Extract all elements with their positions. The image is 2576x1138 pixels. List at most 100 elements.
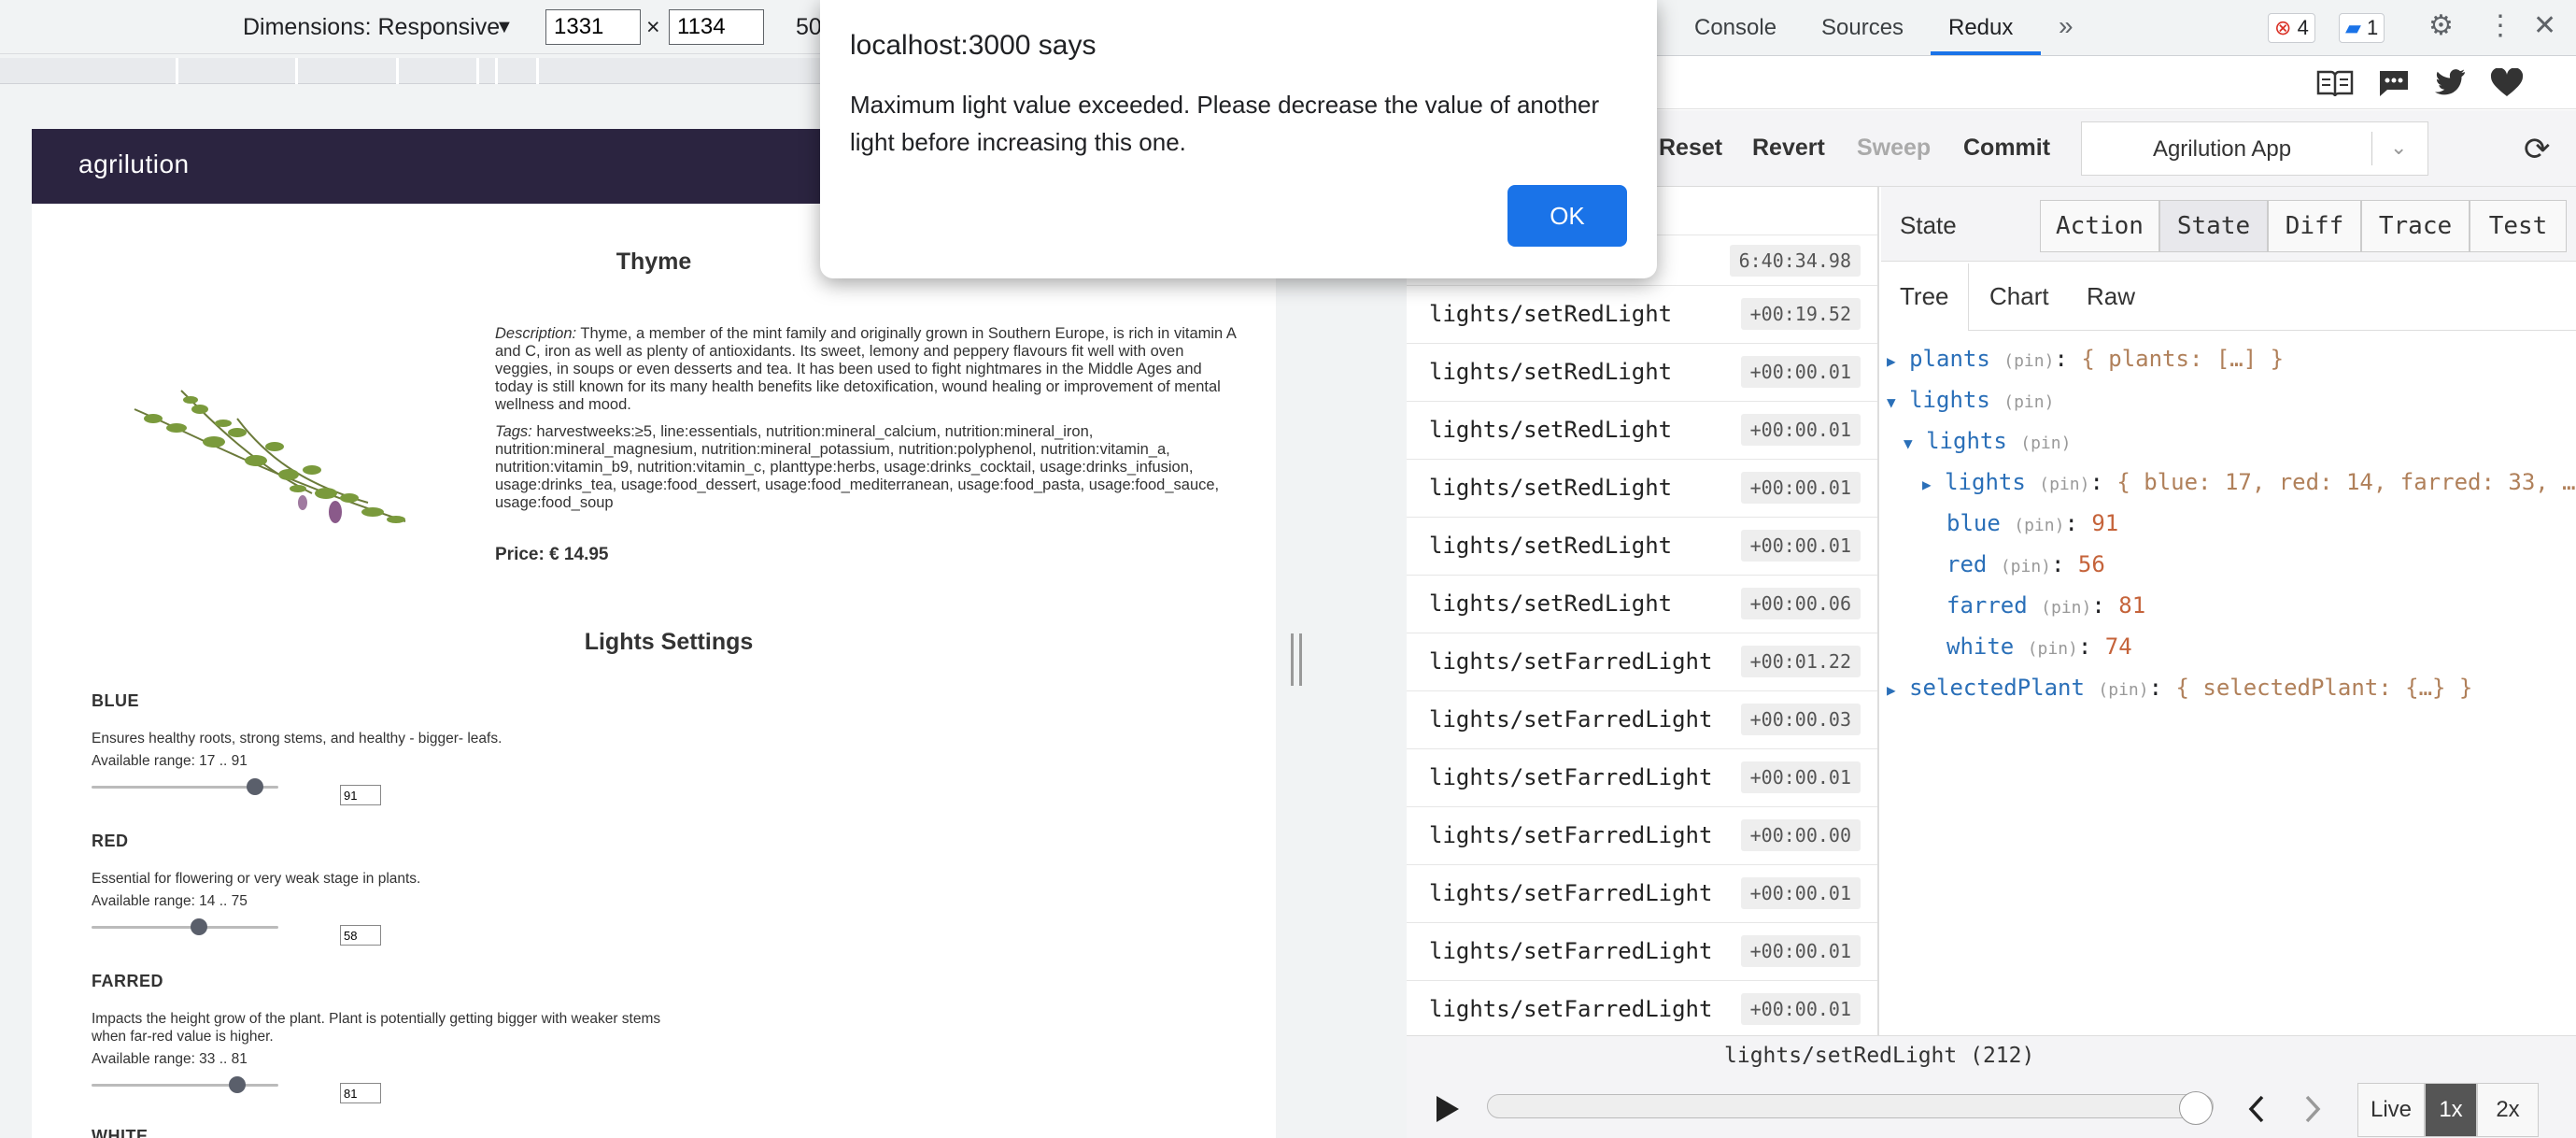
slider-thumb[interactable] (247, 778, 263, 795)
chevron-down-icon[interactable]: ▼ (495, 17, 514, 38)
test-tab-button[interactable]: Test (2470, 200, 2567, 252)
red-slider[interactable] (92, 918, 278, 936)
tab-raw[interactable]: Raw (2087, 282, 2135, 311)
blue-slider[interactable] (92, 777, 278, 796)
list-item[interactable]: lights/setRedLight +00:00.01 (1407, 518, 1877, 576)
tree-node-lights-nested[interactable]: ▶ lights (pin): { blue: 17, red: 14, far… (1922, 469, 2576, 495)
caret-right-icon[interactable]: ▶ (1922, 476, 1932, 493)
errors-badge[interactable]: ⊗ 4 (2268, 13, 2315, 43)
app-instance-select[interactable]: Agrilution App ⌄ (2081, 121, 2428, 176)
speed-2x-button[interactable]: 2x (2477, 1083, 2539, 1137)
list-item[interactable]: lights/setRedLight +00:19.52 (1407, 286, 1877, 344)
chevron-down-icon[interactable]: ⌄ (2390, 135, 2407, 160)
zoom-select[interactable]: 50 (796, 14, 822, 41)
list-item[interactable]: lights/setFarredLight +00:00.01 (1407, 923, 1877, 981)
list-item[interactable]: lights/setFarredLight +00:00.00 (1407, 807, 1877, 865)
action-name: lights/setRedLight (1429, 590, 1673, 617)
state-tab-button[interactable]: State (2159, 200, 2268, 252)
reset-button[interactable]: Reset (1659, 135, 1722, 162)
messages-badge[interactable]: ▰ 1 (2339, 13, 2385, 43)
book-icon[interactable] (2316, 68, 2354, 98)
twitter-icon[interactable] (2434, 68, 2466, 96)
tab-chart[interactable]: Chart (1989, 282, 2049, 311)
alert-dialog: localhost:3000 says Maximum light value … (820, 0, 1657, 278)
slider-thumb[interactable] (229, 1076, 246, 1093)
tab-tree[interactable]: Tree (1900, 282, 1949, 311)
close-icon[interactable]: ✕ (2533, 9, 2556, 42)
caret-down-icon[interactable]: ▼ (1904, 434, 1913, 452)
revert-button[interactable]: Revert (1752, 135, 1825, 162)
farred-value-input[interactable] (340, 1083, 381, 1103)
tree-leaf-blue[interactable]: blue (pin): 91 (1946, 510, 2118, 536)
action-time: +00:00.06 (1740, 588, 1861, 619)
slider-monitor: lights/setRedLight (212) Live 1x 2x (1407, 1035, 2576, 1138)
action-name: lights/setFarredLight (1429, 822, 1713, 848)
caret-right-icon[interactable]: ▶ (1887, 681, 1896, 699)
tab-console[interactable]: Console (1694, 15, 1776, 41)
history-slider[interactable] (1487, 1091, 2214, 1125)
list-item[interactable]: lights/setRedLight +00:00.01 (1407, 402, 1877, 460)
action-name: lights/setRedLight (1429, 301, 1673, 327)
kebab-menu-icon[interactable]: ⋮ (2486, 9, 2514, 42)
action-name: lights/setRedLight (1429, 417, 1673, 443)
active-tab-indicator (1931, 51, 2041, 55)
list-item[interactable]: lights/setFarredLight +00:01.22 (1407, 633, 1877, 691)
list-item[interactable]: lights/setFarredLight +00:00.01 (1407, 981, 1877, 1035)
inspector-subtabs: Tree Chart Raw (1881, 263, 2576, 331)
play-icon[interactable] (1435, 1094, 1461, 1124)
width-input[interactable] (545, 9, 641, 45)
trace-tab-button[interactable]: Trace (2361, 200, 2470, 252)
tree-node-lights[interactable]: ▼ lights (pin) (1887, 387, 2054, 413)
list-item[interactable]: lights/setFarredLight +00:00.01 (1407, 865, 1877, 923)
dimensions-select[interactable]: Dimensions: Responsive (243, 14, 500, 41)
tree-node-selectedPlant[interactable]: ▶ selectedPlant (pin): { selectedPlant: … (1887, 675, 2472, 701)
diff-tab-button[interactable]: Diff (2268, 200, 2361, 252)
slider-thumb[interactable] (2179, 1091, 2213, 1125)
action-name: lights/setRedLight (1429, 533, 1673, 559)
heart-icon[interactable] (2490, 68, 2524, 98)
action-time: +00:01.22 (1740, 646, 1861, 677)
blue-value-input[interactable] (340, 785, 381, 805)
plant-price: Price: € 14.95 (495, 545, 609, 564)
action-list: 6:40:34.98 lights/setRedLight +00:19.52 li… (1407, 187, 1879, 1035)
chat-icon[interactable] (2378, 68, 2410, 98)
list-item[interactable]: lights/setRedLight +00:00.01 (1407, 460, 1877, 518)
tab-sources[interactable]: Sources (1821, 15, 1904, 41)
gear-icon[interactable]: ⚙ (2428, 9, 2454, 42)
slider-thumb[interactable] (191, 918, 207, 935)
list-item[interactable]: lights/setRedLight +00:00.06 (1407, 576, 1877, 633)
action-tab-button[interactable]: Action (2040, 200, 2159, 252)
message-icon: ▰ (2345, 16, 2361, 39)
caret-down-icon[interactable]: ▼ (1887, 393, 1896, 411)
sync-icon[interactable]: ⟳ (2524, 131, 2551, 168)
light-farred-section: FARRED Impacts the height grow of the pl… (92, 972, 745, 1103)
action-name: lights/setRedLight (1429, 475, 1673, 501)
dialog-message: Maximum light value exceeded. Please dec… (850, 91, 1600, 156)
farred-slider[interactable] (92, 1075, 278, 1094)
tree-node-lights-inner[interactable]: ▼ lights (pin) (1904, 428, 2071, 454)
red-value-input[interactable] (340, 925, 381, 946)
tree-leaf-white[interactable]: white (pin): 74 (1946, 633, 2132, 660)
list-item[interactable]: lights/setFarredLight +00:00.03 (1407, 691, 1877, 749)
list-item[interactable]: lights/setRedLight +00:00.01 (1407, 344, 1877, 402)
sweep-button[interactable]: Sweep (1857, 135, 1931, 162)
tab-redux[interactable]: Redux (1948, 15, 2013, 41)
list-item[interactable]: lights/setFarredLight +00:00.01 (1407, 749, 1877, 807)
speed-1x-button[interactable]: 1x (2425, 1083, 2477, 1137)
caret-right-icon[interactable]: ▶ (1887, 352, 1896, 370)
live-button[interactable]: Live (2357, 1083, 2425, 1137)
height-input[interactable] (669, 9, 764, 45)
more-tabs-icon[interactable]: » (2059, 11, 2074, 41)
inspector-title: State (1900, 211, 1957, 239)
agrilution-logo[interactable]: agrilution (78, 149, 190, 179)
chevron-right-icon[interactable] (2303, 1094, 2322, 1124)
viewport-resize-handle[interactable] (1291, 633, 1302, 686)
dialog-title: localhost:3000 says (850, 30, 1097, 61)
ok-button[interactable]: OK (1507, 185, 1627, 247)
commit-button[interactable]: Commit (1963, 135, 2050, 162)
tree-leaf-red[interactable]: red (pin): 56 (1946, 551, 2105, 577)
tree-leaf-farred[interactable]: farred (pin): 81 (1946, 592, 2145, 619)
chevron-left-icon[interactable] (2247, 1094, 2266, 1124)
tree-node-plants[interactable]: ▶ plants (pin): { plants: […] } (1887, 346, 2284, 372)
light-red-section: RED Essential for flowering or very weak… (92, 832, 745, 946)
